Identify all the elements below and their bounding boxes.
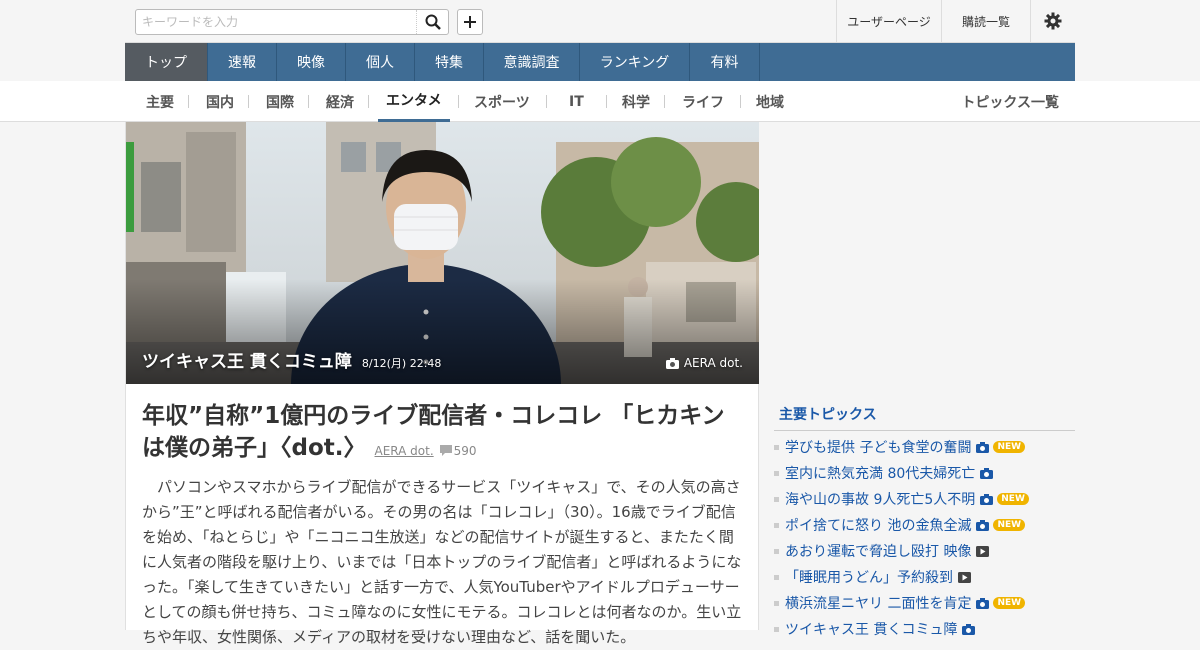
article: 年収”自称”1億円のライブ配信者・コレコレ 「ヒカキンは僕の弟子」〈dot.〉 A… <box>142 400 744 650</box>
main-content: ツイキャス王 貫くコミュ障 8/12(月) 22:48 AERA dot. 年収… <box>125 122 759 646</box>
topic-label[interactable]: 室内に熱気充満 80代夫婦死亡 <box>785 463 975 483</box>
video-icon <box>976 545 990 557</box>
bullet <box>774 548 779 554</box>
add-button[interactable] <box>457 9 483 35</box>
top-bar: ユーザーページ 購読一覧 <box>125 0 1075 43</box>
search-button[interactable] <box>416 10 448 34</box>
camera-icon <box>976 597 990 609</box>
nav-paid[interactable]: 有料 <box>690 43 760 81</box>
nav-breaking[interactable]: 速報 <box>208 43 277 81</box>
divider <box>308 95 309 108</box>
main-topics-heading: 主要トピックス <box>774 404 1075 431</box>
search-input[interactable] <box>136 10 416 34</box>
hero-timestamp: 8/12(月) 22:48 <box>361 357 442 370</box>
article-title-block: 年収”自称”1億円のライブ配信者・コレコレ 「ヒカキンは僕の弟子」〈dot.〉 A… <box>142 400 744 467</box>
subnav-international[interactable]: 国際 <box>266 81 294 122</box>
topic-item[interactable]: 学びも提供 子ども食堂の奮闘 NEW <box>774 434 1075 460</box>
main-nav: トップ 速報 映像 個人 特集 意識調査 ランキング 有料 <box>125 43 1075 81</box>
topic-label[interactable]: 学びも提供 子ども食堂の奮闘 <box>785 437 971 457</box>
user-page-link[interactable]: ユーザーページ <box>836 0 941 42</box>
divider <box>188 95 189 108</box>
topic-label[interactable]: ツイキャス王 貫くコミュ障 <box>785 619 957 639</box>
divider <box>248 95 249 108</box>
topic-label[interactable]: 「睡眠用うどん」予約殺到 <box>785 567 953 587</box>
hero-image-link[interactable]: ツイキャス王 貫くコミュ障 8/12(月) 22:48 AERA dot. <box>126 122 759 384</box>
topics-list-link[interactable]: トピックス一覧 <box>961 81 1059 122</box>
video-icon <box>958 571 971 583</box>
divider <box>606 95 607 108</box>
topic-item[interactable]: 室内に熱気充満 80代夫婦死亡 <box>774 460 1075 486</box>
hero-source-label: AERA dot. <box>683 356 743 370</box>
new-badge: NEW <box>993 441 1026 453</box>
gear-icon <box>1044 12 1062 30</box>
sidebar: 主要トピックス 学びも提供 子ども食堂の奮闘 NEW 室内に熱気充満 80代夫婦死亡… <box>759 122 1075 638</box>
hero-photo <box>126 122 759 384</box>
bullet <box>774 626 779 632</box>
topic-item[interactable]: 「睡眠用うどん」予約殺到 <box>774 564 1075 590</box>
subnav-domestic[interactable]: 国内 <box>206 81 234 122</box>
topic-item[interactable]: 海や山の事故 9人死亡5人不明 NEW <box>774 486 1075 512</box>
hero-caption: ツイキャス王 貫くコミュ障 8/12(月) 22:48 <box>142 347 441 372</box>
new-badge: NEW <box>993 597 1026 609</box>
camera-icon <box>962 623 976 635</box>
topic-label[interactable]: 横浜流星ニヤリ 二面性を肯定 <box>785 593 971 613</box>
nav-top[interactable]: トップ <box>125 43 208 81</box>
hero-headline: ツイキャス王 貫くコミュ障 <box>142 352 352 372</box>
settings-button[interactable] <box>1030 0 1075 42</box>
subnav-life[interactable]: ライフ <box>682 81 724 122</box>
bullet <box>774 470 779 476</box>
plus-icon <box>464 16 476 28</box>
search-icon <box>425 14 441 30</box>
comment-icon <box>439 445 452 456</box>
bullet <box>774 496 779 502</box>
subnav-main[interactable]: 主要 <box>146 81 174 122</box>
nav-ranking[interactable]: ランキング <box>580 43 690 81</box>
nav-video[interactable]: 映像 <box>277 43 346 81</box>
topic-list: 学びも提供 子ども食堂の奮闘 NEW 室内に熱気充満 80代夫婦死亡 海や山の事故 9… <box>774 434 1075 642</box>
divider <box>368 95 369 108</box>
bullet <box>774 522 779 528</box>
subscriptions-link[interactable]: 購読一覧 <box>941 0 1030 42</box>
subnav-region[interactable]: 地域 <box>756 81 784 122</box>
sub-nav: 主要 国内 国際 経済 エンタメ スポーツ IT 科学 ライフ 地域 トピックス… <box>0 81 1200 122</box>
topic-item[interactable]: あおり運転で脅迫し殴打 映像 <box>774 538 1075 564</box>
topic-label[interactable]: 海や山の事故 9人死亡5人不明 <box>785 489 975 509</box>
new-badge: NEW <box>997 493 1029 505</box>
subnav-science[interactable]: 科学 <box>622 81 650 122</box>
header-links: ユーザーページ 購読一覧 <box>836 0 1075 42</box>
camera-icon <box>980 493 994 505</box>
divider <box>740 95 741 108</box>
nav-survey[interactable]: 意識調査 <box>484 43 580 81</box>
subnav-entertainment[interactable]: エンタメ <box>378 81 450 122</box>
camera-icon <box>665 357 679 369</box>
bullet <box>774 600 779 606</box>
article-source-link[interactable]: AERA dot. <box>375 444 434 458</box>
topic-label[interactable]: ポイ捨てに怒り 池の金魚全滅 <box>785 515 971 535</box>
topic-label[interactable]: あおり運転で脅迫し殴打 映像 <box>785 541 971 561</box>
topic-item[interactable]: 横浜流星ニヤリ 二面性を肯定 NEW <box>774 590 1075 616</box>
subnav-economy[interactable]: 経済 <box>326 81 354 122</box>
subnav-it[interactable]: IT <box>569 81 584 122</box>
camera-icon <box>976 519 990 531</box>
bullet <box>774 574 779 580</box>
main-topics: 主要トピックス 学びも提供 子ども食堂の奮闘 NEW 室内に熱気充満 80代夫婦死亡… <box>774 404 1075 642</box>
subnav-sports[interactable]: スポーツ <box>474 81 530 122</box>
comment-count-value: 590 <box>453 444 477 458</box>
divider <box>546 95 547 108</box>
hero-source: AERA dot. <box>665 356 743 370</box>
search-box <box>135 9 449 35</box>
divider <box>664 95 665 108</box>
new-badge: NEW <box>993 519 1026 531</box>
nav-individual[interactable]: 個人 <box>346 43 415 81</box>
divider <box>458 95 459 108</box>
article-meta: AERA dot. 590 <box>375 444 477 458</box>
camera-icon <box>980 467 994 479</box>
topic-item[interactable]: ポイ捨てに怒り 池の金魚全滅 NEW <box>774 512 1075 538</box>
bullet <box>774 444 779 450</box>
topic-item[interactable]: ツイキャス王 貫くコミュ障 <box>774 616 1075 642</box>
comment-count[interactable]: 590 <box>439 444 477 458</box>
nav-feature[interactable]: 特集 <box>415 43 484 81</box>
camera-icon <box>976 441 990 453</box>
article-body: パソコンやスマホからライブ配信ができるサービス「ツイキャス」で、その人気の高さか… <box>142 478 742 646</box>
